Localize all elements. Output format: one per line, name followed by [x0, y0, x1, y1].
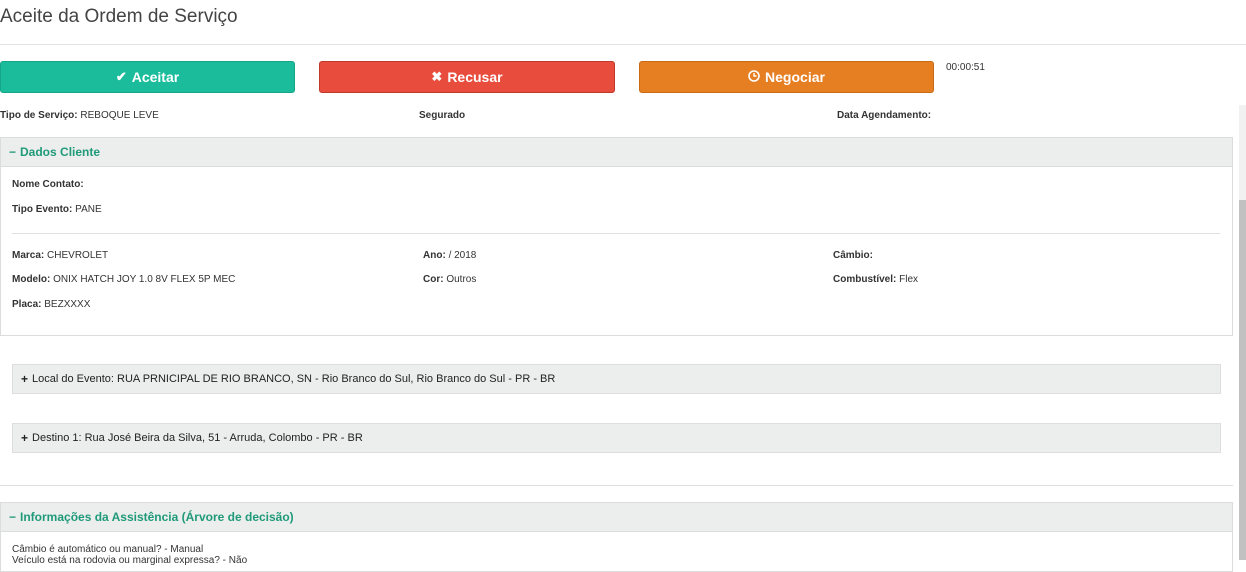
insured-label: Segurado [419, 110, 466, 121]
event-type-value: PANE [75, 204, 102, 215]
refuse-button[interactable]: ✖ Recusar [319, 61, 615, 93]
client-data-panel: − Dados Cliente [0, 137, 1233, 336]
assistance-title: Informações da Assistência (Árvore de de… [20, 510, 294, 524]
vehicle-year: Ano: / 2018 [423, 250, 476, 261]
event-type-label: Tipo Evento: [12, 204, 73, 215]
client-data-header[interactable]: − Dados Cliente [1, 138, 1232, 167]
brand-label: Marca: [12, 250, 45, 261]
accept-button-label: Aceitar [131, 69, 180, 85]
client-data-title: Dados Cliente [20, 145, 101, 159]
section-divider [0, 485, 1233, 486]
color-label: Cor: [423, 274, 444, 285]
page-title: Aceite da Ordem de Serviço [0, 6, 238, 27]
event-type: Tipo Evento: PANE [12, 204, 102, 215]
insured-field: Segurado [419, 110, 465, 121]
scrollbar-thumb[interactable] [1239, 200, 1246, 560]
vehicle-brand: Marca: CHEVROLET [12, 250, 108, 261]
vehicle-transmission: Câmbio: [833, 250, 873, 261]
negotiate-button[interactable]: Negociar [639, 61, 934, 93]
year-value: / 2018 [448, 250, 477, 261]
vehicle-plate: Placa: BEZXXXX [12, 299, 90, 310]
client-divider [12, 233, 1220, 234]
brand-value: CHEVROLET [47, 250, 109, 261]
contact-name: Nome Contato: [12, 179, 84, 190]
close-icon: ✖ [431, 69, 443, 84]
plus-icon: + [21, 431, 29, 445]
service-type: Tipo de Serviço: REBOQUE LEVE [0, 110, 159, 121]
plate-label: Placa: [12, 299, 42, 310]
clock-icon [748, 69, 760, 85]
plus-icon: + [21, 372, 29, 386]
countdown-timer: 00:00:51 [946, 62, 985, 73]
vehicle-fuel: Combustível: Flex [833, 274, 918, 285]
contact-name-label: Nome Contato: [12, 179, 84, 190]
model-label: Modelo: [12, 274, 51, 285]
color-value: Outros [446, 274, 477, 285]
assistance-header[interactable]: − Informações da Assistência (Árvore de … [1, 503, 1232, 532]
assistance-line: Câmbio é automático ou manual? - Manual [12, 544, 204, 555]
scrollbar[interactable] [1239, 105, 1246, 560]
fuel-value: Flex [899, 274, 919, 285]
transmission-label: Câmbio: [833, 250, 873, 261]
vehicle-model: Modelo: ONIX HATCH JOY 1.0 8V FLEX 5P ME… [12, 274, 235, 285]
minus-icon: − [9, 145, 17, 159]
service-type-value: REBOQUE LEVE [80, 110, 159, 121]
destination-toggle[interactable]: + Destino 1: Rua José Beira da Silva, 51… [12, 423, 1221, 453]
refuse-button-label: Recusar [447, 69, 503, 85]
negotiate-button-label: Negociar [765, 69, 825, 85]
service-type-label: Tipo de Serviço: [0, 110, 78, 121]
vehicle-color: Cor: Outros [423, 274, 476, 285]
year-label: Ano: [423, 250, 446, 261]
event-location-toggle[interactable]: + Local do Evento: RUA PRNICIPAL DE RIO … [12, 364, 1221, 394]
model-value: ONIX HATCH JOY 1.0 8V FLEX 5P MEC [53, 274, 236, 285]
event-location-text: Local do Evento: RUA PRNICIPAL DE RIO BR… [32, 373, 556, 385]
title-divider [0, 44, 1246, 45]
plate-value: BEZXXXX [44, 299, 91, 310]
accept-button[interactable]: ✔ Aceitar [0, 61, 295, 93]
check-icon: ✔ [115, 69, 127, 84]
fuel-label: Combustível: [833, 274, 897, 285]
minus-icon: − [9, 510, 17, 524]
assistance-line: Veículo está na rodovia ou marginal expr… [12, 555, 248, 566]
schedule-date-label: Data Agendamento: [837, 110, 932, 121]
schedule-date-field: Data Agendamento: [837, 110, 931, 121]
destination-text: Destino 1: Rua José Beira da Silva, 51 -… [32, 432, 363, 444]
